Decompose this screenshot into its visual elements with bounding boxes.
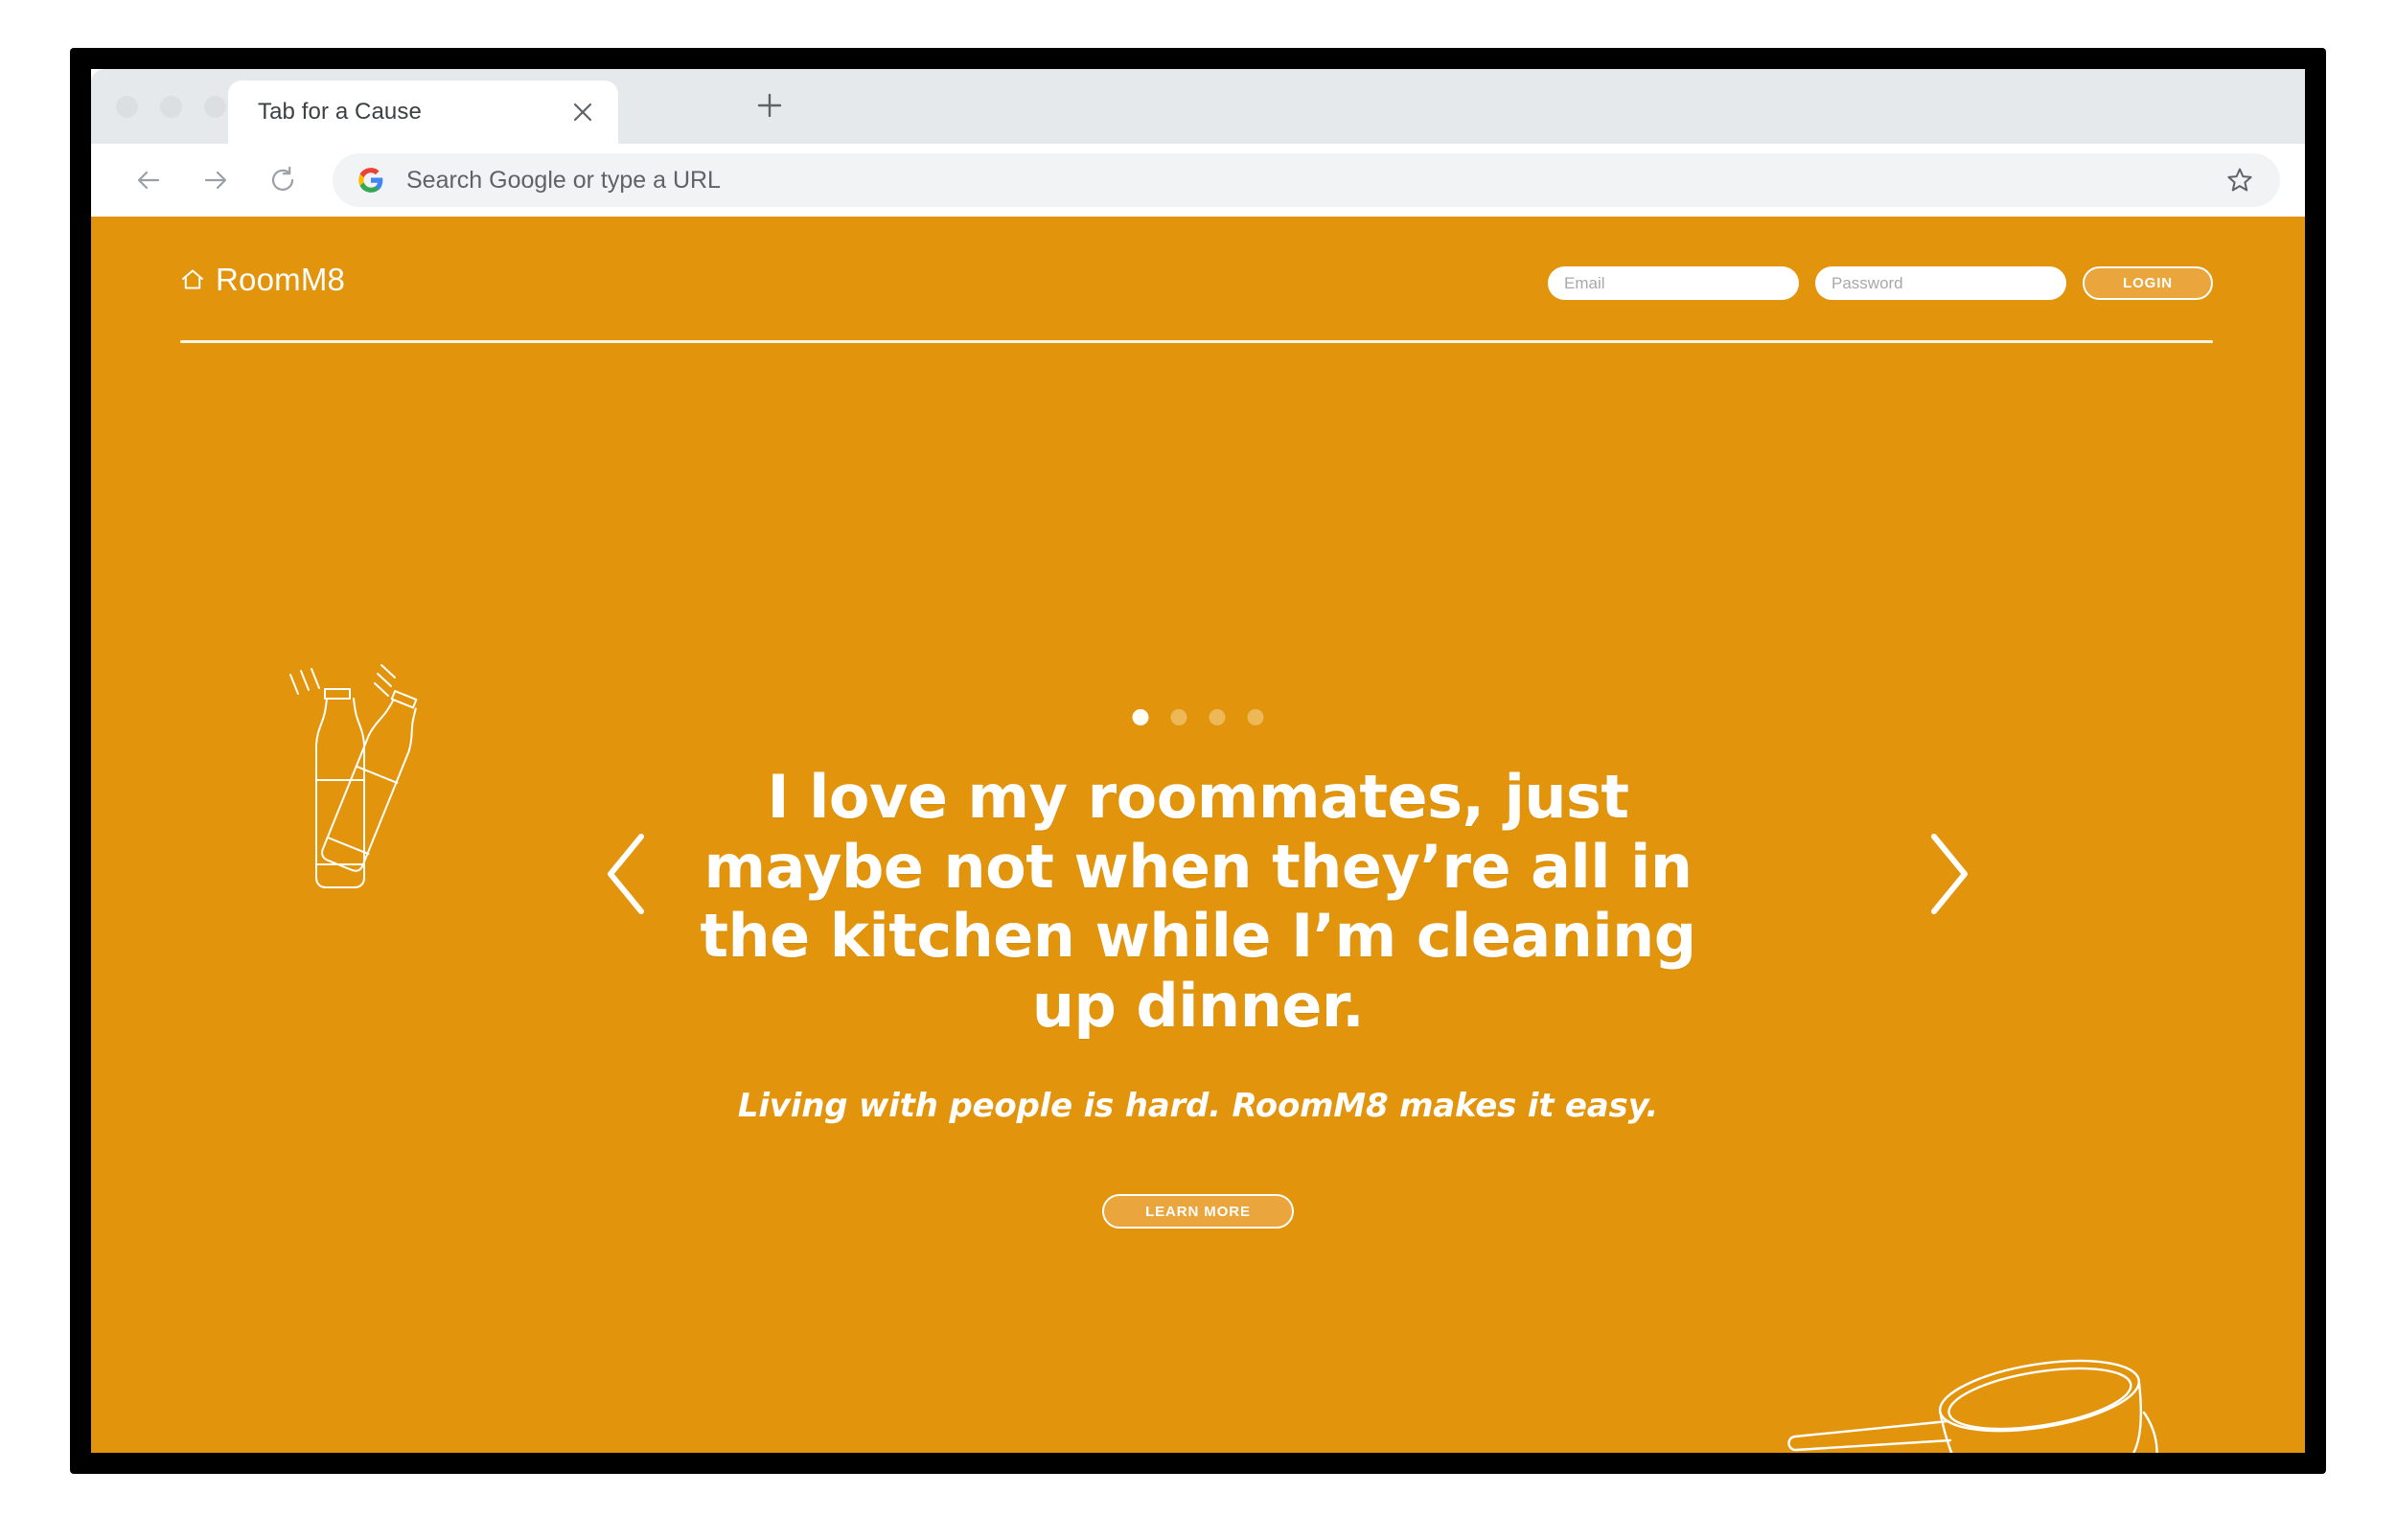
password-field[interactable] xyxy=(1815,266,2066,300)
learn-more-button[interactable]: LEARN MORE xyxy=(1102,1194,1294,1230)
site-header: RoomM8 LOGIN xyxy=(91,217,2305,351)
header-divider xyxy=(180,340,2213,343)
email-field[interactable] xyxy=(1548,266,1799,300)
brand-logo[interactable]: RoomM8 xyxy=(180,262,345,298)
house-icon xyxy=(180,267,205,292)
carousel-dot-2[interactable] xyxy=(1170,709,1187,725)
minimize-window-dot[interactable] xyxy=(160,96,182,118)
hero-section: I love my roommates, just maybe not when… xyxy=(661,762,1735,1230)
close-tab-icon[interactable] xyxy=(568,98,597,126)
carousel-next-icon[interactable] xyxy=(1916,828,1979,920)
browser-toolbar: Search Google or type a URL xyxy=(91,144,2305,217)
login-button[interactable]: LOGIN xyxy=(2083,266,2213,300)
back-icon[interactable] xyxy=(127,159,170,201)
window-traffic-lights xyxy=(116,96,226,118)
google-icon xyxy=(357,167,384,194)
tab-title: Tab for a Cause xyxy=(258,99,422,125)
new-tab-icon[interactable] xyxy=(752,88,787,123)
address-bar-placeholder: Search Google or type a URL xyxy=(406,166,721,194)
browser-tab[interactable]: Tab for a Cause xyxy=(228,80,618,144)
webpage-content: RoomM8 LOGIN xyxy=(91,217,2305,1453)
close-window-dot[interactable] xyxy=(116,96,138,118)
carousel-dots xyxy=(1132,709,1264,725)
bookmark-star-icon[interactable] xyxy=(2224,165,2255,195)
brand-name: RoomM8 xyxy=(216,262,346,297)
browser-window: Tab for a Cause Search Google or type a … xyxy=(91,69,2305,1453)
device-frame: Tab for a Cause Search Google or type a … xyxy=(70,48,2326,1474)
carousel-dot-1[interactable] xyxy=(1132,709,1149,725)
forward-icon[interactable] xyxy=(195,159,237,201)
hero-headline: I love my roommates, just maybe not when… xyxy=(700,762,1696,1041)
hero-subheadline: Living with people is hard. RoomM8 makes… xyxy=(737,1087,1659,1126)
address-bar[interactable]: Search Google or type a URL xyxy=(333,153,2280,207)
saucepans-icon xyxy=(1787,1352,2286,1453)
browser-tab-strip: Tab for a Cause xyxy=(91,69,2305,144)
reload-icon[interactable] xyxy=(262,159,304,201)
carousel-dot-3[interactable] xyxy=(1209,709,1226,725)
beer-bottles-icon xyxy=(283,657,474,931)
carousel-dot-4[interactable] xyxy=(1247,709,1264,725)
carousel-prev-icon[interactable] xyxy=(596,828,659,920)
login-form: LOGIN xyxy=(1548,266,2213,300)
maximize-window-dot[interactable] xyxy=(204,96,226,118)
